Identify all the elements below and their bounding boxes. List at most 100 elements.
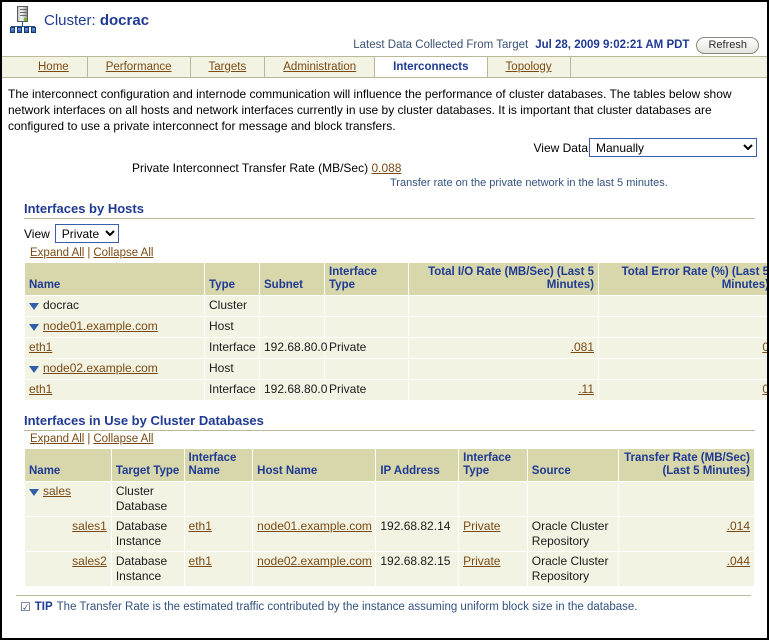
dbs-col-transfer-rate[interactable]: Transfer Rate (MB/Sec) (Last 5 Minutes) [618, 449, 754, 482]
table-row: docrac Cluster [25, 296, 769, 317]
dbs-row-interface-name-link[interactable]: eth1 [189, 519, 212, 533]
dbs-row-source [527, 482, 618, 517]
dbs-row-host-name-link[interactable]: node02.example.com [257, 554, 372, 568]
dbs-col-interface-type[interactable]: Interface Type [459, 449, 528, 482]
hosts-row-error-rate [599, 296, 769, 317]
hosts-col-subnet[interactable]: Subnet [260, 263, 325, 296]
hosts-table-wrap: Name Type Subnet Interface Type Total I/… [24, 262, 755, 401]
hosts-row-error-rate-link[interactable]: 0 [762, 382, 769, 396]
table-row: sales1 Database Instance eth1 node01.exa… [25, 517, 755, 552]
dbs-row-host-name: node02.example.com [253, 552, 376, 587]
hosts-expand-controls: Expand All|Collapse All [30, 247, 755, 259]
refresh-button[interactable]: Refresh [696, 37, 759, 54]
expand-twisty-icon[interactable] [29, 489, 39, 496]
expand-twisty-icon[interactable] [29, 366, 39, 373]
hosts-col-error-rate[interactable]: Total Error Rate (%) (Last 5 Minutes) [599, 263, 769, 296]
dbs-row-transfer-rate-link[interactable]: .044 [727, 554, 750, 568]
view-data-select[interactable]: Manually [589, 138, 757, 157]
tab-interconnects-label: Interconnects [393, 61, 468, 73]
dbs-row-name: sales [25, 482, 112, 517]
hosts-row-interface-type [325, 296, 409, 317]
dbs-row-transfer-rate-link[interactable]: .014 [727, 519, 750, 533]
hosts-view-label: View [24, 227, 50, 241]
hosts-row-subnet: 192.68.80.0 [260, 380, 325, 401]
hosts-row-name-link[interactable]: eth1 [29, 382, 52, 396]
tab-targets-label[interactable]: Targets [209, 61, 247, 73]
tab-interconnects[interactable]: Interconnects [375, 57, 487, 77]
dbs-row-interface-type [459, 482, 528, 517]
dbs-table-header-row: Name Target Type Interface Name Host Nam… [25, 449, 755, 482]
hosts-row-name-link[interactable]: node01.example.com [43, 319, 158, 333]
tip-label: TIP [35, 601, 53, 613]
private-transfer-rate-value[interactable]: 0.088 [371, 161, 401, 175]
dbs-col-name[interactable]: Name [25, 449, 112, 482]
hosts-row-io-rate: .081 [409, 338, 599, 359]
hosts-expand-separator: | [84, 247, 93, 259]
dbs-row-name-link[interactable]: sales [43, 484, 71, 498]
latest-data-row: Latest Data Collected From Target Jul 28… [2, 34, 767, 56]
table-row: node01.example.com Host [25, 317, 769, 338]
hosts-row-type: Interface [205, 380, 260, 401]
dbs-collapse-all-link[interactable]: Collapse All [93, 433, 153, 445]
hosts-expand-all-link[interactable]: Expand All [30, 247, 84, 259]
dbs-expand-all-link[interactable]: Expand All [30, 433, 84, 445]
expand-twisty-icon[interactable] [29, 303, 39, 310]
hosts-col-interface-type[interactable]: Interface Type [325, 263, 409, 296]
dbs-col-ip-address[interactable]: IP Address [376, 449, 459, 482]
hosts-view-select[interactable]: Private [55, 224, 119, 243]
dbs-row-name-link[interactable]: sales2 [72, 554, 107, 568]
hosts-row-io-rate-link[interactable]: .081 [571, 340, 594, 354]
page-content: The interconnect configuration and inter… [2, 78, 767, 614]
private-transfer-rate-label: Private Interconnect Transfer Rate (MB/S… [132, 161, 368, 175]
tab-topology[interactable]: Topology [488, 57, 571, 77]
hosts-row-subnet [260, 317, 325, 338]
dbs-col-source[interactable]: Source [527, 449, 618, 482]
tab-administration[interactable]: Administration [265, 57, 375, 77]
dbs-col-host-name[interactable]: Host Name [253, 449, 376, 482]
dbs-row-transfer-rate: .014 [618, 517, 754, 552]
hosts-row-interface-type [325, 359, 409, 380]
dbs-row-target-type: Database Instance [111, 517, 184, 552]
interfaces-in-use-table: Name Target Type Interface Name Host Nam… [24, 448, 755, 587]
tab-home-label[interactable]: Home [38, 61, 69, 73]
dbs-row-name-link[interactable]: sales1 [72, 519, 107, 533]
hosts-row-name: node01.example.com [25, 317, 205, 338]
expand-twisty-icon[interactable] [29, 324, 39, 331]
table-row: sales2 Database Instance eth1 node02.exa… [25, 552, 755, 587]
hosts-row-error-rate [599, 359, 769, 380]
dbs-row-interface-name-link[interactable]: eth1 [189, 554, 212, 568]
tab-performance-label[interactable]: Performance [106, 61, 172, 73]
tab-targets[interactable]: Targets [191, 57, 266, 77]
page-title: Cluster: docrac [44, 12, 149, 29]
cluster-icon [8, 6, 38, 34]
interfaces-by-hosts-title: Interfaces by Hosts [24, 201, 755, 219]
tab-administration-label[interactable]: Administration [283, 61, 356, 73]
dbs-col-target-type[interactable]: Target Type [111, 449, 184, 482]
dbs-row-ip-address: 192.68.82.14 [376, 517, 459, 552]
dbs-row-name: sales2 [25, 552, 112, 587]
hosts-col-io-rate[interactable]: Total I/O Rate (MB/Sec) (Last 5 Minutes) [409, 263, 599, 296]
hosts-row-error-rate-link[interactable]: 0 [762, 340, 769, 354]
hosts-col-name[interactable]: Name [25, 263, 205, 296]
dbs-col-interface-name[interactable]: Interface Name [184, 449, 253, 482]
dbs-table-wrap: Name Target Type Interface Name Host Nam… [24, 448, 755, 587]
dbs-row-target-type: Database Instance [111, 552, 184, 587]
tab-performance[interactable]: Performance [88, 57, 191, 77]
hosts-row-name-link[interactable]: node02.example.com [43, 361, 158, 375]
dbs-row-interface-type-link[interactable]: Private [463, 519, 500, 533]
tab-topology-label[interactable]: Topology [506, 61, 552, 73]
dbs-expand-controls: Expand All|Collapse All [30, 433, 755, 445]
dbs-row-interface-name: eth1 [184, 552, 253, 587]
dbs-row-interface-name: eth1 [184, 517, 253, 552]
dbs-row-target-type: Cluster Database [111, 482, 184, 517]
dbs-row-interface-type-link[interactable]: Private [463, 554, 500, 568]
hosts-col-type[interactable]: Type [205, 263, 260, 296]
tab-home[interactable]: Home [20, 57, 88, 77]
dbs-row-transfer-rate [618, 482, 754, 517]
private-transfer-rate-row: Private Interconnect Transfer Rate (MB/S… [6, 161, 759, 175]
hosts-row-io-rate-link[interactable]: .11 [578, 382, 594, 396]
hosts-row-name-link[interactable]: eth1 [29, 340, 52, 354]
dbs-row-host-name-link[interactable]: node01.example.com [257, 519, 372, 533]
hosts-collapse-all-link[interactable]: Collapse All [93, 247, 153, 259]
table-row: node02.example.com Host [25, 359, 769, 380]
